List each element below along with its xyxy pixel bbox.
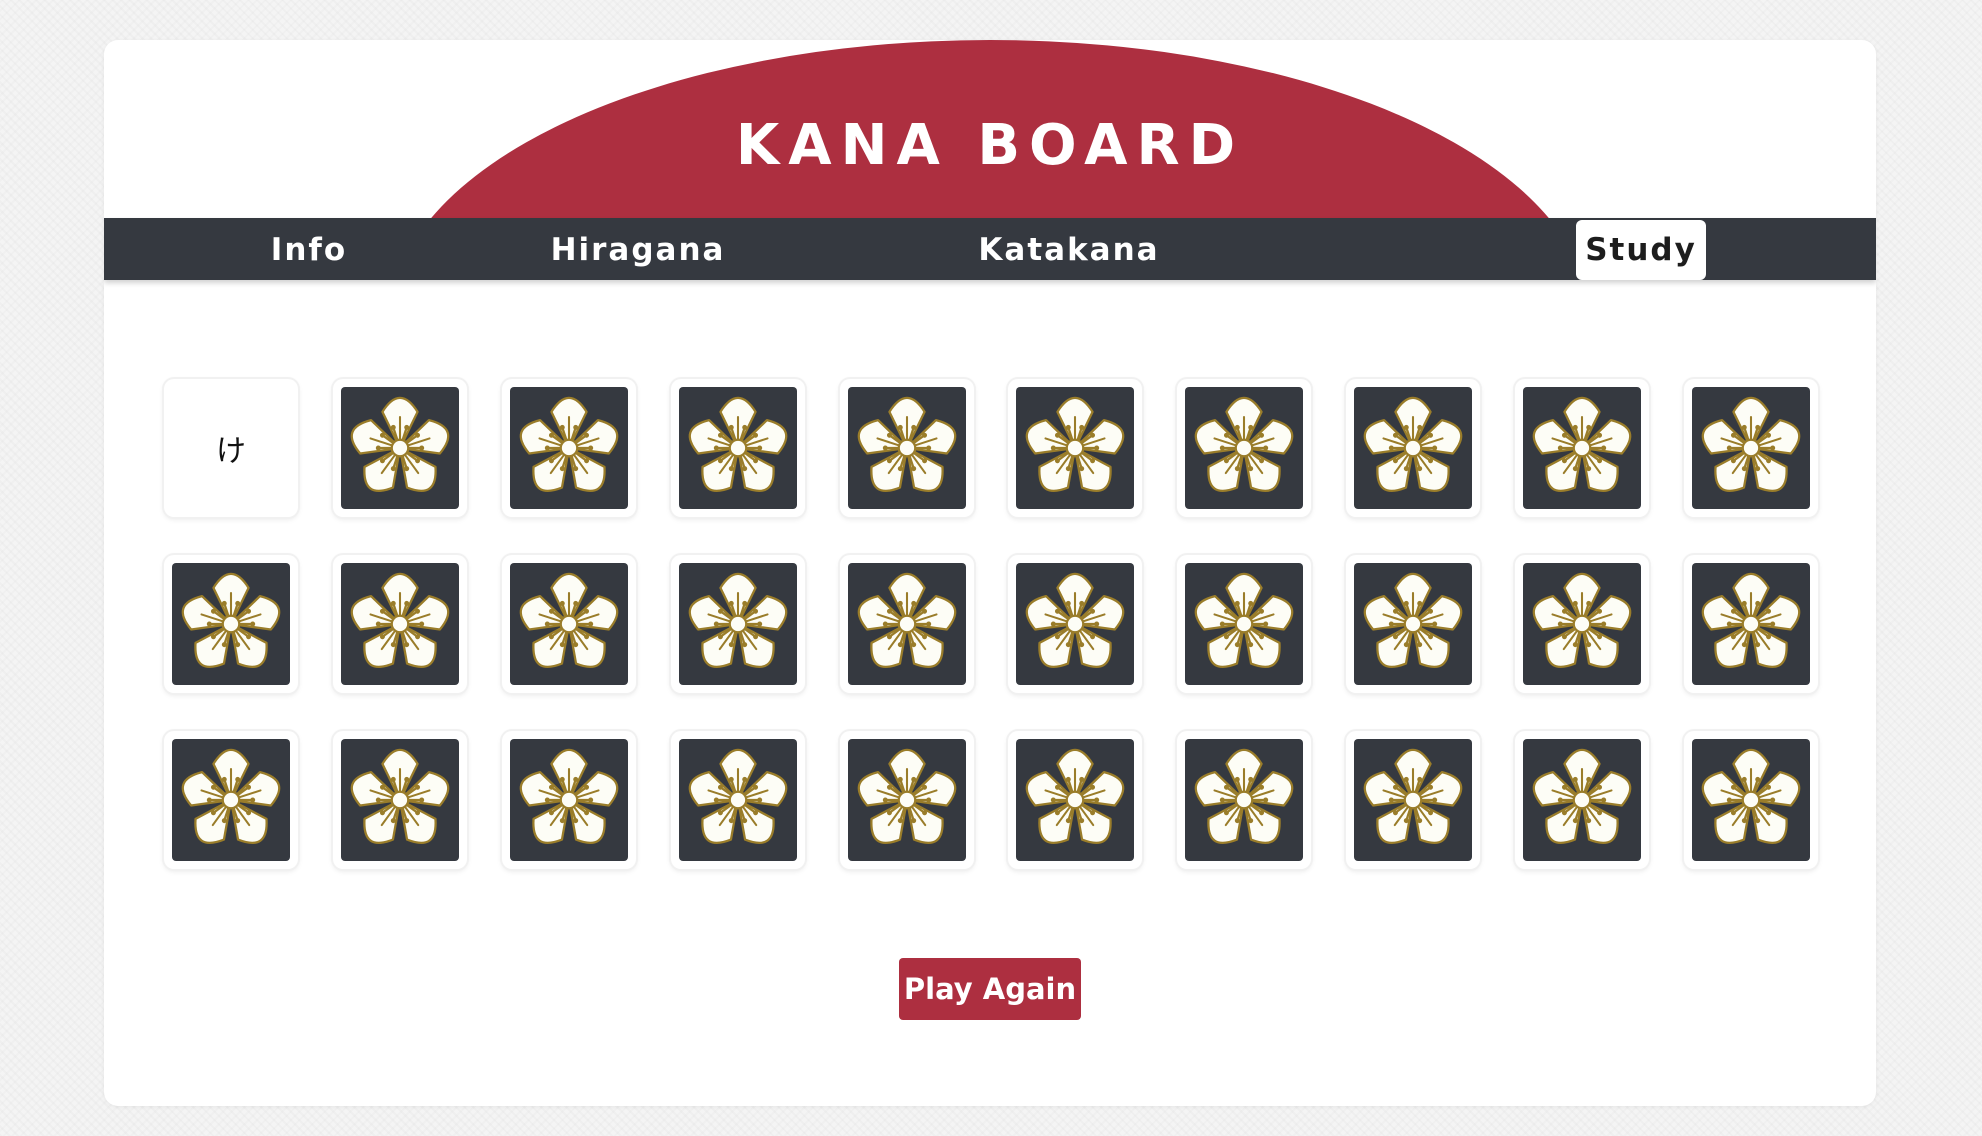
play-again-button[interactable]: Play Again <box>899 958 1081 1020</box>
kana-card[interactable] <box>332 379 467 517</box>
nav-tab-info[interactable]: Info <box>224 222 394 278</box>
nav-tab-study[interactable]: Study <box>1576 220 1706 280</box>
kana-card[interactable] <box>1346 379 1481 517</box>
kana-card[interactable] <box>332 731 467 869</box>
kana-board-panel: KANA BOARD Info Hiragana Katakana Study … <box>104 40 1876 1106</box>
card-back <box>1692 387 1811 509</box>
card-back <box>172 563 290 685</box>
card-back <box>1523 739 1642 861</box>
kana-card[interactable] <box>501 555 636 693</box>
card-back <box>1692 563 1811 685</box>
card-back <box>1692 739 1811 861</box>
kana-card[interactable] <box>1008 555 1143 693</box>
card-back <box>1354 739 1473 861</box>
kana-card[interactable] <box>501 731 636 869</box>
card-back <box>847 563 966 685</box>
kana-card[interactable] <box>1008 731 1143 869</box>
header: KANA BOARD <box>104 40 1876 218</box>
kana-card[interactable] <box>1346 555 1481 693</box>
kana-character: け <box>216 434 246 469</box>
card-back <box>1016 739 1135 861</box>
kana-card[interactable] <box>164 731 298 869</box>
card-back <box>1016 563 1135 685</box>
kana-card[interactable] <box>1515 731 1650 869</box>
kana-card[interactable] <box>1515 555 1650 693</box>
kana-card[interactable] <box>1177 555 1312 693</box>
kana-card[interactable] <box>670 555 805 693</box>
card-back <box>1523 563 1642 685</box>
kana-card[interactable] <box>501 379 636 517</box>
kana-card[interactable] <box>164 555 298 693</box>
card-back <box>509 387 628 509</box>
card-back <box>678 563 797 685</box>
kana-card[interactable] <box>1177 379 1312 517</box>
kana-card[interactable] <box>1684 555 1819 693</box>
card-back <box>509 563 628 685</box>
page-title: KANA BOARD <box>735 113 1245 178</box>
card-back <box>340 739 459 861</box>
card-back <box>1523 387 1642 509</box>
card-back <box>1016 387 1135 509</box>
kana-card[interactable] <box>670 379 805 517</box>
kana-card[interactable] <box>839 731 974 869</box>
kana-card[interactable] <box>839 555 974 693</box>
card-back <box>847 739 966 861</box>
nav-tab-katakana[interactable]: Katakana <box>954 222 1184 278</box>
card-back <box>847 387 966 509</box>
kana-card[interactable] <box>1684 731 1819 869</box>
card-back <box>678 387 797 509</box>
kana-card[interactable] <box>1177 731 1312 869</box>
card-back <box>1354 387 1473 509</box>
nav-bar: Info Hiragana Katakana Study <box>104 218 1876 280</box>
nav-tab-hiragana[interactable]: Hiragana <box>518 222 758 278</box>
card-back <box>678 739 797 861</box>
card-back <box>1185 563 1304 685</box>
card-back <box>340 387 459 509</box>
card-back <box>340 563 459 685</box>
kana-card[interactable] <box>332 555 467 693</box>
card-back <box>172 739 290 861</box>
kana-card[interactable] <box>670 731 805 869</box>
card-grid: け <box>164 379 1819 869</box>
kana-card[interactable] <box>1346 731 1481 869</box>
kana-card[interactable] <box>1515 379 1650 517</box>
card-back <box>1185 387 1304 509</box>
kana-card[interactable] <box>1684 379 1819 517</box>
card-back <box>1354 563 1473 685</box>
kana-card[interactable]: け <box>164 379 298 517</box>
card-back <box>509 739 628 861</box>
kana-card[interactable] <box>1008 379 1143 517</box>
kana-card[interactable] <box>839 379 974 517</box>
card-back <box>1185 739 1304 861</box>
